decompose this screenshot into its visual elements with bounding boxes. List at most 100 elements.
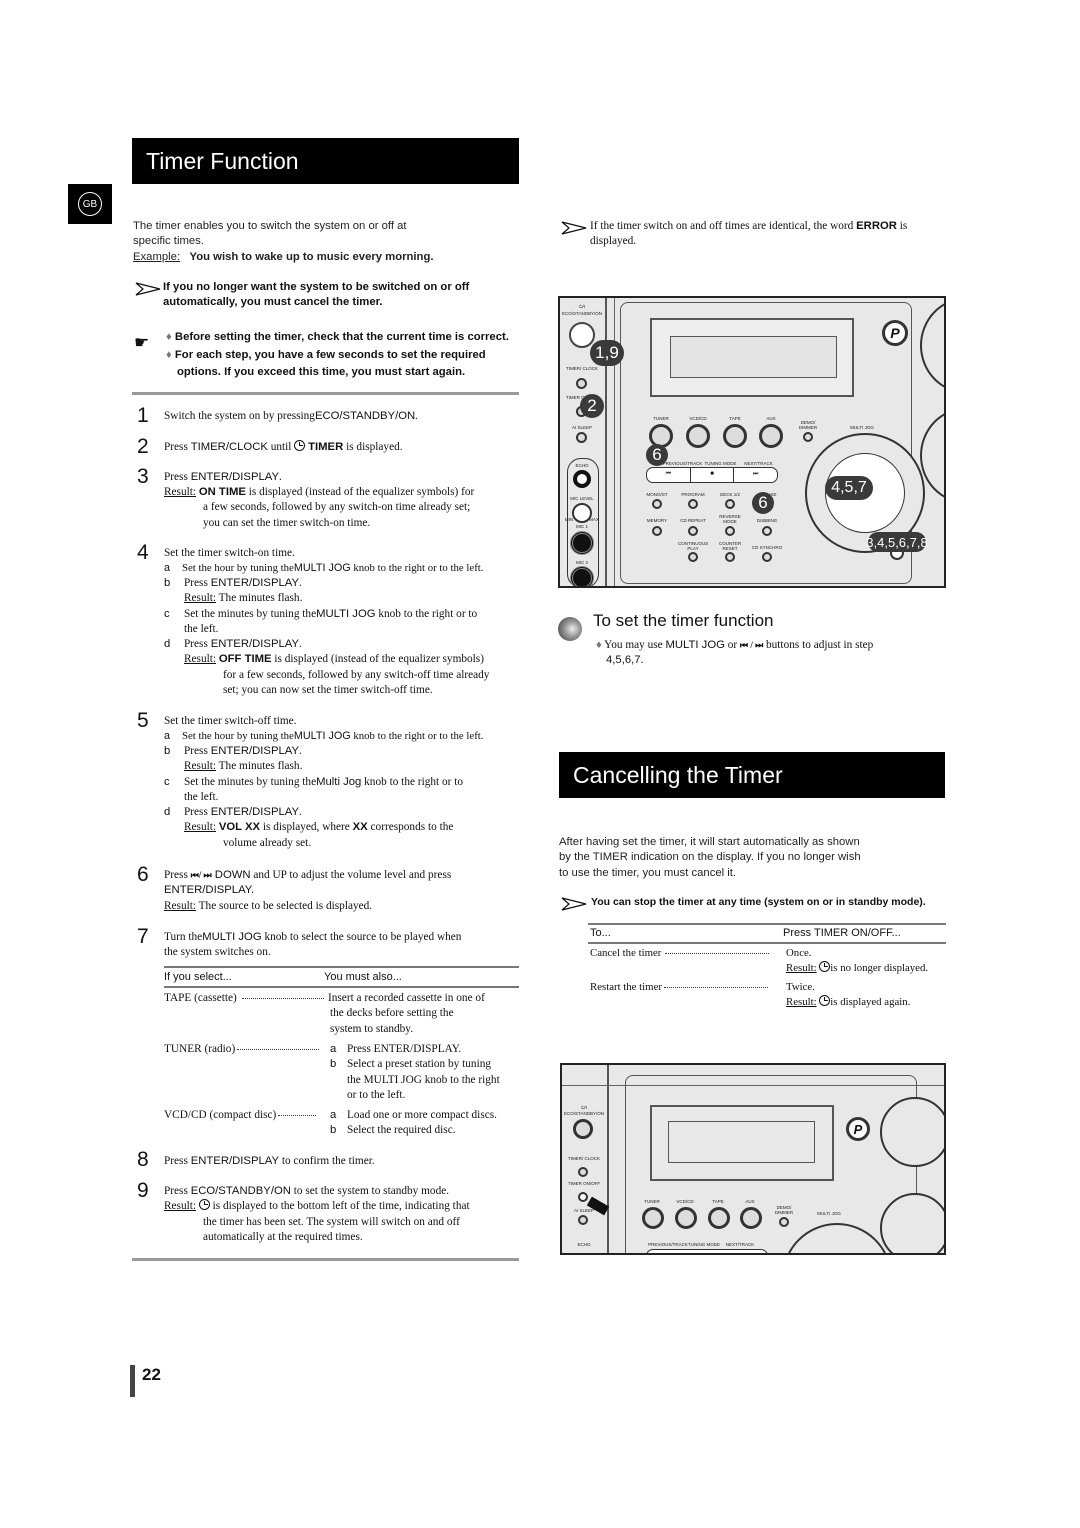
callout-badge: 4,5,7 [825,476,873,500]
step-5-text: Set the timer switch-off time. [164,715,297,727]
callout-badge: 3,4,5,6,7,8 [866,532,928,552]
ai-sleep-label: AI SLEEP [571,425,592,430]
table-header-source: If you select... [164,971,232,983]
continuous-play-button[interactable] [688,552,698,562]
step-4-sub-a: a Set the hour by tuning theMULTI JOG kno… [164,562,484,574]
deck-1-2-button[interactable] [725,499,735,509]
mic1-label: MIC 1 [575,524,588,529]
step-4-sub-d: d Press ENTER/DISPLAY. Result: OFF TIME i… [164,638,490,696]
mic-level-label: MIC LEVEL [570,496,594,501]
memory-button[interactable] [652,526,662,536]
pointing-hand-icon: ☛ [134,333,150,352]
arrow-note-line: If you no longer want the system to be s… [163,281,470,293]
dubbing-button[interactable] [762,526,772,536]
step-number: 4 [137,541,149,564]
timer-clock-button[interactable] [576,378,587,389]
stereo-front-panel-illustration: ⏻/I ECO/STANDBY/ON TIMER/ CLOCK TIMER ON… [558,296,946,588]
timer-clock-button[interactable] [578,1167,588,1177]
table-rule [164,966,519,968]
step-7-text: Turn theMULTI JOG knob to select the sou… [164,931,462,959]
transport-bar: ⏮ ■ ⏭ [646,467,778,483]
mic1-jack[interactable] [570,531,594,555]
step-2-text: Press TIMER/CLOCK until TIMER is display… [164,440,403,453]
tape-play-button[interactable] [708,1207,730,1229]
previous-track-button[interactable]: ⏮ [647,468,691,482]
mono-st-button[interactable] [652,499,662,509]
step-9-text: Press ECO/STANDBY/ON to set the system t… [164,1185,470,1243]
eco-standby-button[interactable] [573,1119,593,1139]
callout-badge: 6 [752,492,774,514]
subsection-note: ♦ You may use MULTI JOG or ⏮ / ⏭ buttons… [596,639,874,667]
surround-sound-button[interactable]: P [882,320,908,346]
intro-line: The timer enables you to switch the syst… [133,220,407,232]
table-rule [164,986,519,988]
step-number: 3 [137,465,149,488]
subsection-title: To set the timer function [593,611,774,630]
aux-button[interactable] [740,1207,762,1229]
example-text: You wish to wake up to music every morni… [189,250,434,263]
bullet-note: ♦ Before setting the timer, check that t… [166,331,509,343]
table-row: VCD/CD (compact disc) a Load one or more … [164,1109,497,1137]
divider [132,392,519,395]
echo-knob[interactable] [573,470,591,488]
step-4-sub-c: c Set the minutes by tuning theMULTI JOG … [164,608,478,636]
hand-notes: ♦ Before setting the timer, check that t… [166,329,526,382]
tuner-band-button[interactable] [642,1207,664,1229]
step-3-text: Press ENTER/DISPLAY. [164,471,282,483]
table-header-action: You must also... [324,971,402,983]
sound-mode-knob[interactable] [880,1193,944,1253]
eco-label: ECO/STANDBY/ON [562,311,602,316]
page-number-bar [130,1365,135,1397]
ai-sleep-button[interactable] [578,1215,588,1225]
mic2-label: MIC 2 [575,560,588,565]
table-row: TUNER (radio) a Press ENTER/DISPLAY. b Sel… [164,1043,500,1101]
surround-sound-button[interactable]: P [846,1117,870,1141]
step-4-sub-b: b Press ENTER/DISPLAY. Result: The minute… [164,577,303,605]
tape-play-button[interactable] [723,424,747,448]
step-8-text: Press ENTER/DISPLAY to confirm the timer… [164,1155,375,1167]
demo-dimmer-button[interactable] [779,1217,789,1227]
intro-line: specific times. [133,235,204,248]
counter-reset-button[interactable] [725,552,735,562]
table-rule [588,942,946,944]
bullet-note-cont: options. If you exceed this time, you mu… [177,366,466,378]
step-3-result: Result: ON TIME is displayed (instead of… [164,486,475,529]
section-title-cancelling-the-timer: Cancelling the Timer [559,752,945,798]
mic2-jack[interactable] [570,566,594,586]
eco-standby-button[interactable] [569,322,595,348]
clock-icon [819,961,831,972]
step-number: 1 [137,404,149,427]
stop-button[interactable]: ■ [691,468,735,482]
reverse-mode-button[interactable] [725,526,735,536]
volume-knob[interactable] [880,1097,944,1167]
step-5-sub-d: d Press ENTER/DISPLAY. Result: VOL XX is … [164,806,454,849]
error-note: If the timer switch on and off times are… [590,220,908,248]
cancel-note: You can stop the timer at any time (syst… [591,896,926,908]
ai-sleep-button[interactable] [576,432,587,443]
skip-icons: ⏮/ ⏭ [190,870,212,880]
example-label: Example: [133,250,181,263]
program-button[interactable] [688,499,698,509]
vcd-cd-play-button[interactable] [686,424,710,448]
demo-dimmer-button[interactable] [803,432,813,442]
step-number: 5 [137,709,149,732]
display-window [670,336,837,378]
step-5-sub-b: b Press ENTER/DISPLAY. Result: The minute… [164,745,303,773]
clock-icon [198,1199,210,1211]
table-rule [588,923,946,925]
volume-knob[interactable] [920,298,944,393]
example-line: Example: You wish to wake up to music ev… [133,250,523,265]
vcd-cd-play-button[interactable] [675,1207,697,1229]
cd-repeat-button[interactable] [688,526,698,536]
intro-paragraph: The timer enables you to switch the syst… [133,219,523,265]
table-row: TAPE (cassette) Insert a recorded casset… [164,992,485,1035]
table-row: Restart the timer Twice. Result: is disp… [590,981,911,1008]
callout-badge: 2 [580,394,604,418]
timer-onoff-button[interactable] [578,1192,588,1202]
step-1-text: Switch the system on by pressingECO/STAN… [164,410,418,422]
cd-synchro-button[interactable] [762,552,772,562]
arrow-note-icon [135,282,161,301]
aux-button[interactable] [759,424,783,448]
next-track-button[interactable]: ⏭ [734,468,777,482]
table-row: Cancel the timer Once. Result: is no lon… [590,947,929,974]
